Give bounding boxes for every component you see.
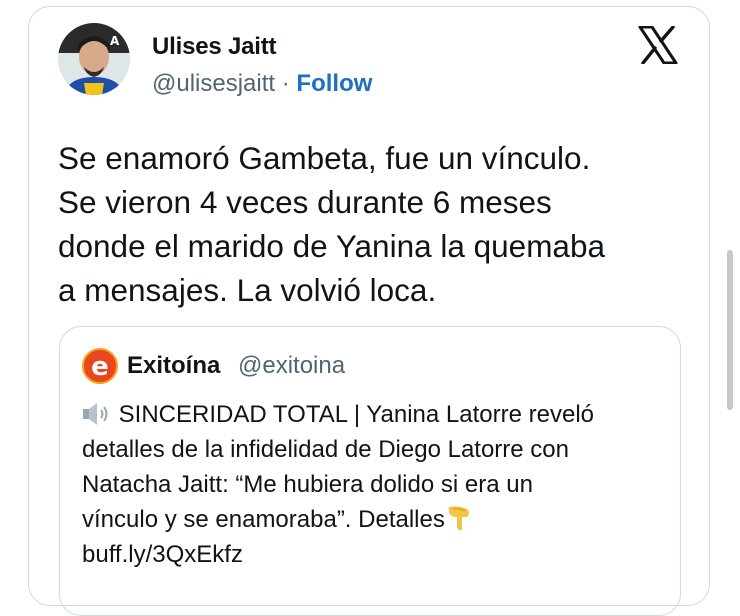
svg-text:A: A xyxy=(110,34,120,48)
avatar[interactable]: A xyxy=(58,23,130,95)
svg-text:e: e xyxy=(91,352,109,382)
quoted-author-name[interactable]: Exitoína xyxy=(127,352,220,380)
quoted-line-text: vínculo y se enamoraba”. Detalles xyxy=(82,506,445,533)
quoted-author-handle[interactable]: @exitoina xyxy=(238,352,345,380)
author-handle[interactable]: @ulisesjaitt xyxy=(152,70,275,97)
speaker-icon xyxy=(83,403,108,425)
tweet-line: donde el marido de Yanina la quemaba xyxy=(58,228,605,264)
author-name[interactable]: Ulises Jaitt xyxy=(152,33,277,61)
author-meta: @ulisesjaitt · Follow xyxy=(152,70,372,98)
meta-separator: · xyxy=(275,70,297,97)
follow-button[interactable]: Follow xyxy=(296,70,372,97)
exitoina-logo-icon: e xyxy=(82,348,118,384)
tweet-line: a mensajes. La volvió loca. xyxy=(58,272,437,308)
quoted-text: SINCERIDAD TOTAL | Yanina Latorre reveló… xyxy=(82,397,682,572)
tweet-line: Se enamoró Gambeta, fue un vínculo. xyxy=(58,140,591,176)
quoted-line-text: SINCERIDAD TOTAL | Yanina Latorre reveló xyxy=(118,401,594,428)
avatar-photo: A xyxy=(58,23,130,95)
scrollbar[interactable] xyxy=(727,250,733,410)
quoted-line: detalles de la infidelidad de Diego Lato… xyxy=(82,436,569,463)
x-logo-icon[interactable] xyxy=(638,26,678,64)
tweet-line: Se vieron 4 veces durante 6 meses xyxy=(58,184,552,220)
quoted-line: vínculo y se enamoraba”. Detalles xyxy=(82,502,682,537)
quoted-link[interactable]: buff.ly/3QxEkfz xyxy=(82,537,682,572)
pointing-down-hand-icon xyxy=(448,506,469,531)
quoted-line: SINCERIDAD TOTAL | Yanina Latorre reveló xyxy=(82,397,682,432)
quoted-line: Natacha Jaitt: “Me hubiera dolido si era… xyxy=(82,471,533,498)
tweet-text: Se enamoró Gambeta, fue un vínculo. Se v… xyxy=(58,136,698,312)
